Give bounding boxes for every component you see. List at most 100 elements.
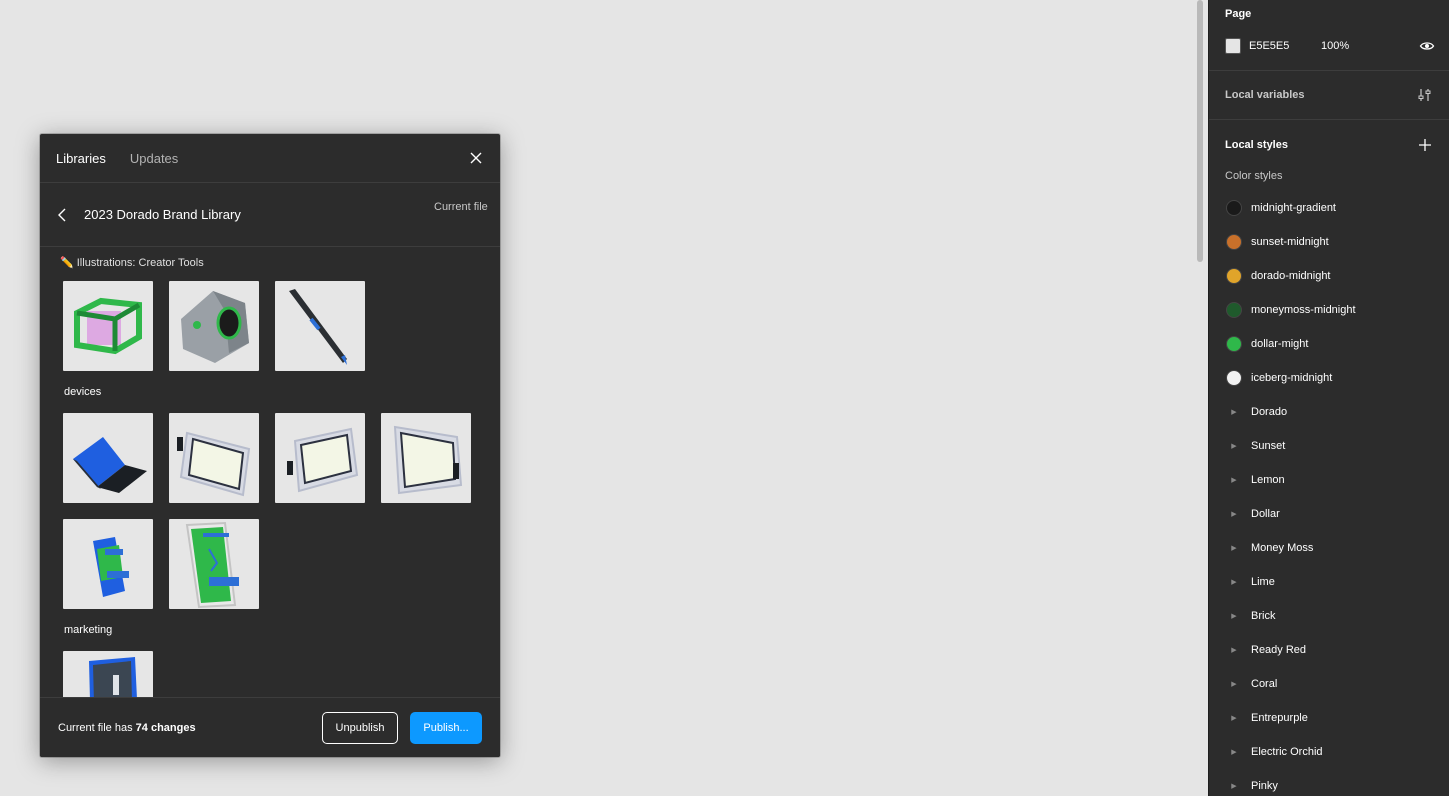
asset-thumbnail[interactable] [275, 413, 365, 503]
laptop-illustration [73, 437, 147, 493]
chevron-right-icon[interactable]: ▶ [1226, 510, 1242, 518]
chevron-right-icon[interactable]: ▶ [1226, 408, 1242, 416]
chevron-right-icon[interactable]: ▶ [1226, 476, 1242, 484]
color-style-label: midnight-gradient [1251, 202, 1336, 214]
page-color-row: E5E5E5 100% [1225, 38, 1435, 54]
back-arrow-icon[interactable] [56, 207, 68, 223]
asset-thumbnail[interactable] [169, 413, 259, 503]
local-variables-label: Local variables [1225, 89, 1305, 101]
page-color-swatch[interactable] [1225, 38, 1241, 54]
canvas-scrollbar[interactable] [1197, 0, 1203, 262]
style-group-item[interactable]: ▶ Electric Orchid [1209, 735, 1449, 769]
style-group-label: Dollar [1251, 508, 1280, 520]
style-group-item[interactable]: ▶ Dorado [1209, 395, 1449, 429]
style-group-label: Pinky [1251, 780, 1278, 792]
style-group-item[interactable]: ▶ Brick [1209, 599, 1449, 633]
style-group-item[interactable]: ▶ Sunset [1209, 429, 1449, 463]
color-styles-list: midnight-gradient sunset-midnight dorado-m… [1209, 191, 1449, 395]
color-style-swatch [1226, 336, 1242, 352]
color-style-item[interactable]: moneymoss-midnight [1209, 293, 1449, 327]
phone-illustration [185, 521, 239, 609]
color-style-label: dorado-midnight [1251, 270, 1331, 282]
asset-thumbnail[interactable] [63, 519, 153, 609]
section-devices: devices [64, 386, 102, 398]
chevron-right-icon[interactable]: ▶ [1226, 714, 1242, 722]
close-icon[interactable] [468, 150, 484, 166]
publish-button[interactable]: Publish... [410, 711, 482, 744]
style-group-label: Lemon [1251, 474, 1285, 486]
style-group-item[interactable]: ▶ Coral [1209, 667, 1449, 701]
style-group-item[interactable]: ▶ Money Moss [1209, 531, 1449, 565]
chevron-right-icon[interactable]: ▶ [1226, 782, 1242, 790]
tab-libraries[interactable]: Libraries [56, 151, 106, 166]
plus-icon[interactable] [1417, 137, 1433, 153]
marketing-device-illustration [89, 657, 137, 697]
stylus-pen-illustration [289, 289, 347, 365]
eye-icon[interactable] [1419, 38, 1435, 54]
page-section: Page E5E5E5 100% [1209, 0, 1449, 71]
camera-device-illustration [181, 291, 249, 363]
page-title: Page [1225, 8, 1252, 20]
chevron-right-icon[interactable]: ▶ [1226, 544, 1242, 552]
asset-thumbnail[interactable] [169, 519, 259, 609]
chevron-right-icon[interactable]: ▶ [1226, 578, 1242, 586]
style-group-label: Brick [1251, 610, 1276, 622]
style-group-label: Dorado [1251, 406, 1288, 418]
asset-thumbnail[interactable] [63, 281, 153, 371]
wireframe-cube-illustration [74, 297, 142, 355]
style-group-item[interactable]: ▶ Entrepurple [1209, 701, 1449, 735]
style-group-label: Entrepurple [1251, 712, 1308, 724]
unpublish-button[interactable]: Unpublish [322, 711, 398, 744]
page-color-hex[interactable]: E5E5E5 [1249, 40, 1321, 52]
section-creator-tools: ✏️ Illustrations: Creator Tools [60, 257, 204, 269]
tab-updates[interactable]: Updates [130, 151, 178, 166]
color-style-label: sunset-midnight [1251, 236, 1329, 248]
asset-thumbnail[interactable] [275, 281, 365, 371]
style-groups-list: ▶ Dorado ▶ Sunset ▶ Lemon ▶ Dollar ▶ Money Moss ▶ L… [1209, 395, 1449, 796]
style-group-label: Coral [1251, 678, 1278, 690]
color-style-item[interactable]: dollar-might [1209, 327, 1449, 361]
color-style-swatch [1226, 302, 1242, 318]
page-opacity[interactable]: 100% [1321, 40, 1419, 52]
library-name: 2023 Dorado Brand Library [84, 207, 241, 222]
color-style-item[interactable]: midnight-gradient [1209, 191, 1449, 225]
style-group-item[interactable]: ▶ Pinky [1209, 769, 1449, 796]
local-styles-label: Local styles [1225, 138, 1288, 151]
color-style-item[interactable]: sunset-midnight [1209, 225, 1449, 259]
libraries-dialog: Libraries Updates 2023 Dorado Brand Libr… [40, 134, 500, 757]
color-style-swatch [1226, 370, 1242, 386]
phone-illustration [93, 537, 129, 597]
chevron-right-icon[interactable]: ▶ [1226, 748, 1242, 756]
tablet-illustration [177, 431, 251, 497]
color-style-label: moneymoss-midnight [1251, 304, 1356, 316]
chevron-right-icon[interactable]: ▶ [1226, 442, 1242, 450]
color-style-item[interactable]: dorado-midnight [1209, 259, 1449, 293]
style-group-item[interactable]: ▶ Dollar [1209, 497, 1449, 531]
style-group-label: Electric Orchid [1251, 746, 1323, 758]
current-file-label: Current file [434, 201, 488, 213]
color-style-label: dollar-might [1251, 338, 1309, 350]
tablet-illustration [393, 425, 463, 495]
style-group-item[interactable]: ▶ Lemon [1209, 463, 1449, 497]
asset-thumbnail[interactable] [63, 651, 153, 697]
color-style-swatch [1226, 234, 1242, 250]
color-style-swatch [1226, 268, 1242, 284]
library-title-row: 2023 Dorado Brand Library Current file [40, 183, 500, 247]
asset-thumbnail[interactable] [169, 281, 259, 371]
color-style-item[interactable]: iceberg-midnight [1209, 361, 1449, 395]
color-styles-label: Color styles [1225, 170, 1283, 182]
chevron-right-icon[interactable]: ▶ [1226, 680, 1242, 688]
tablet-illustration [287, 427, 359, 493]
local-variables-row[interactable]: Local variables [1209, 71, 1449, 120]
color-style-swatch [1226, 200, 1242, 216]
dialog-header: Libraries Updates [40, 134, 500, 183]
asset-thumbnail[interactable] [63, 413, 153, 503]
asset-thumbnail[interactable] [381, 413, 471, 503]
style-group-item[interactable]: ▶ Lime [1209, 565, 1449, 599]
chevron-right-icon[interactable]: ▶ [1226, 612, 1242, 620]
style-group-label: Money Moss [1251, 542, 1314, 554]
style-group-label: Sunset [1251, 440, 1286, 452]
style-group-item[interactable]: ▶ Ready Red [1209, 633, 1449, 667]
chevron-right-icon[interactable]: ▶ [1226, 646, 1242, 654]
adjust-icon[interactable] [1417, 87, 1433, 103]
